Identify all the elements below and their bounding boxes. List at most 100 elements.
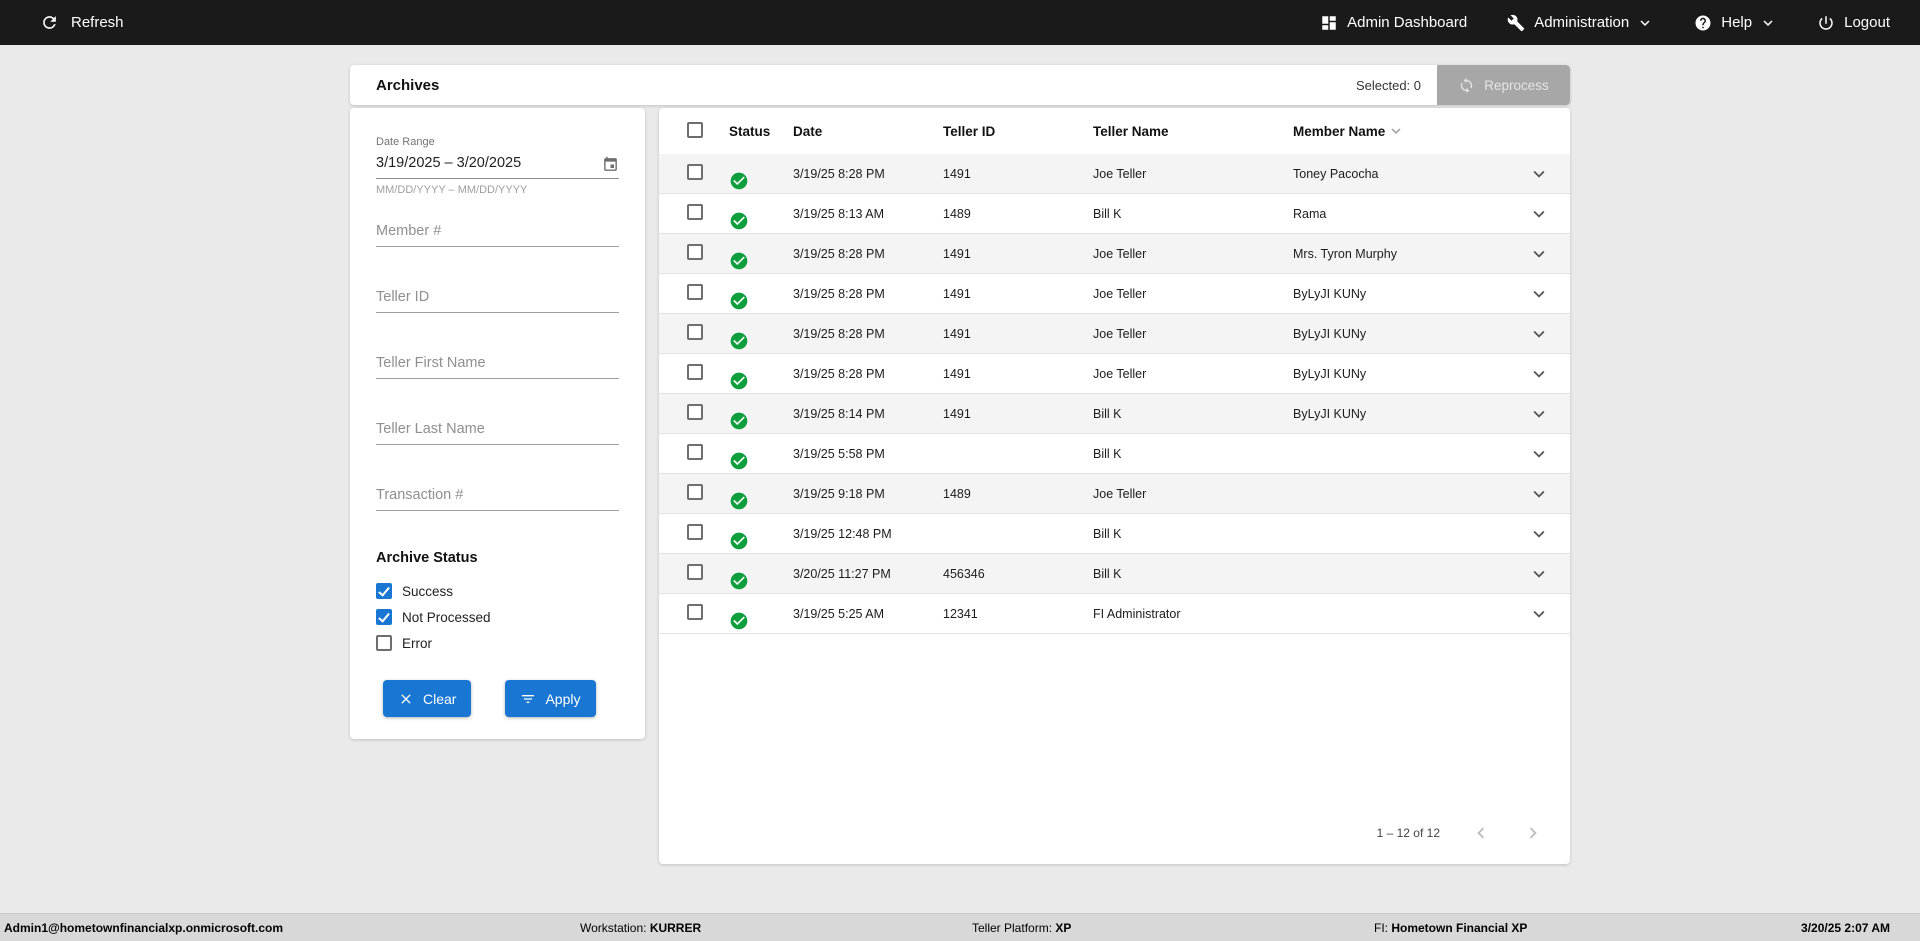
archive-status-option[interactable]: Not Processed	[376, 604, 619, 630]
row-expand-chevron-down-icon[interactable]	[1528, 363, 1550, 385]
row-expand-chevron-down-icon[interactable]	[1528, 523, 1550, 545]
row-checkbox[interactable]	[687, 364, 703, 380]
row-teller-id: 1491	[943, 246, 971, 261]
chevron-down-icon	[1759, 14, 1777, 32]
apply-button[interactable]: Apply	[505, 680, 596, 717]
table-row: 3/19/25 8:28 PM 1491 Joe Teller ByLyJI K…	[659, 354, 1570, 394]
table-row: 3/19/25 8:28 PM 1491 Joe Teller ByLyJI K…	[659, 314, 1570, 354]
row-expand-chevron-down-icon[interactable]	[1528, 163, 1550, 185]
column-header-member-name[interactable]: Member Name	[1293, 122, 1506, 140]
row-expand-chevron-down-icon[interactable]	[1528, 243, 1550, 265]
refresh-label: Refresh	[71, 14, 124, 31]
topbar: Refresh Admin Dashboard Administration H…	[0, 0, 1920, 45]
row-member-name: ByLyJI KUNy	[1293, 326, 1367, 341]
row-checkbox[interactable]	[687, 284, 703, 300]
calendar-icon[interactable]	[602, 156, 619, 173]
row-teller-name: Joe Teller	[1093, 246, 1147, 261]
apply-label: Apply	[545, 690, 581, 707]
column-header-date: Date	[793, 123, 823, 139]
row-date: 3/19/25 12:48 PM	[793, 526, 892, 541]
table-body: 3/19/25 8:28 PM 1491 Joe Teller Toney Pa…	[659, 154, 1570, 634]
row-expand-chevron-down-icon[interactable]	[1528, 563, 1550, 585]
archive-status-label: Not Processed	[402, 609, 491, 625]
pagination-next-button[interactable]	[1522, 822, 1544, 844]
refresh-icon	[40, 13, 59, 32]
row-teller-name: Bill K	[1093, 206, 1122, 221]
row-checkbox[interactable]	[687, 604, 703, 620]
administration-menu[interactable]: Administration	[1507, 14, 1654, 32]
row-checkbox[interactable]	[687, 564, 703, 580]
row-teller-id: 1491	[943, 366, 971, 381]
administration-label: Administration	[1534, 14, 1630, 31]
row-expand-chevron-down-icon[interactable]	[1528, 203, 1550, 225]
pagination-prev-button[interactable]	[1470, 822, 1492, 844]
footer-teller-platform: Teller Platform: XP	[972, 920, 1072, 935]
admin-dashboard-label: Admin Dashboard	[1347, 14, 1468, 31]
archive-status-option[interactable]: Error	[376, 630, 619, 656]
row-teller-name: Bill K	[1093, 526, 1122, 541]
check-circle-icon	[729, 411, 793, 431]
column-header-status: Status	[729, 123, 771, 139]
archive-status-checkbox[interactable]	[376, 609, 392, 625]
check-circle-icon	[729, 251, 793, 271]
row-teller-id: 12341	[943, 606, 978, 621]
row-teller-id: 1489	[943, 486, 971, 501]
clear-button[interactable]: Clear	[383, 680, 472, 717]
row-teller-name: FI Administrator	[1093, 606, 1181, 621]
footer-workstation: Workstation: KURRER	[580, 920, 702, 935]
row-teller-name: Joe Teller	[1093, 486, 1147, 501]
dashboard-icon	[1320, 14, 1338, 32]
transaction-number-input[interactable]	[376, 480, 619, 511]
teller-id-input[interactable]	[376, 282, 619, 313]
row-expand-chevron-down-icon[interactable]	[1528, 403, 1550, 425]
archive-status-option[interactable]: Success	[376, 578, 619, 604]
archive-status-checkbox[interactable]	[376, 635, 392, 651]
row-teller-id: 1491	[943, 166, 971, 181]
row-member-name: Mrs. Tyron Murphy	[1293, 246, 1397, 261]
row-expand-chevron-down-icon[interactable]	[1528, 283, 1550, 305]
archive-status-checkbox[interactable]	[376, 583, 392, 599]
row-checkbox[interactable]	[687, 444, 703, 460]
row-date: 3/19/25 5:58 PM	[793, 446, 885, 461]
archive-status-heading: Archive Status	[376, 550, 478, 566]
row-checkbox[interactable]	[687, 524, 703, 540]
row-checkbox[interactable]	[687, 484, 703, 500]
row-date: 3/19/25 8:14 PM	[793, 406, 885, 421]
check-circle-icon	[729, 451, 793, 471]
archives-header: Archives Selected: 0 Reprocess	[350, 65, 1570, 105]
row-checkbox[interactable]	[687, 204, 703, 220]
row-expand-chevron-down-icon[interactable]	[1528, 603, 1550, 625]
row-expand-chevron-down-icon[interactable]	[1528, 443, 1550, 465]
row-checkbox[interactable]	[687, 324, 703, 340]
row-checkbox[interactable]	[687, 404, 703, 420]
reprocess-button[interactable]: Reprocess	[1437, 65, 1570, 105]
admin-dashboard-button[interactable]: Admin Dashboard	[1320, 14, 1467, 32]
row-checkbox[interactable]	[687, 164, 703, 180]
row-date: 3/19/25 5:25 AM	[793, 606, 885, 621]
column-header-teller-id: Teller ID	[943, 123, 996, 139]
row-checkbox[interactable]	[687, 244, 703, 260]
check-circle-icon	[729, 571, 793, 591]
date-range-input[interactable]	[376, 148, 619, 179]
table-row: 3/19/25 8:28 PM 1491 Joe Teller ByLyJI K…	[659, 274, 1570, 314]
clear-label: Clear	[423, 690, 457, 707]
row-teller-id: 1491	[943, 326, 971, 341]
archive-status-label: Success	[402, 583, 454, 599]
table-row: 3/19/25 8:28 PM 1491 Joe Teller Toney Pa…	[659, 154, 1570, 194]
row-teller-name: Joe Teller	[1093, 166, 1147, 181]
help-menu[interactable]: Help	[1694, 14, 1777, 32]
select-all-checkbox[interactable]	[687, 121, 703, 138]
sync-icon	[1458, 77, 1475, 94]
row-date: 3/19/25 8:28 PM	[793, 366, 885, 381]
row-expand-chevron-down-icon[interactable]	[1528, 483, 1550, 505]
teller-last-name-input[interactable]	[376, 414, 619, 445]
logout-button[interactable]: Logout	[1817, 14, 1890, 32]
member-number-input[interactable]	[376, 216, 619, 247]
refresh-button[interactable]: Refresh	[40, 13, 124, 32]
footer-fi: FI: Hometown Financial XP	[1374, 920, 1528, 935]
row-date: 3/19/25 8:28 PM	[793, 286, 885, 301]
table-row: 3/19/25 5:58 PM Bill K	[659, 434, 1570, 474]
teller-first-name-input[interactable]	[376, 348, 619, 379]
row-date: 3/19/25 8:28 PM	[793, 166, 885, 181]
row-expand-chevron-down-icon[interactable]	[1528, 323, 1550, 345]
